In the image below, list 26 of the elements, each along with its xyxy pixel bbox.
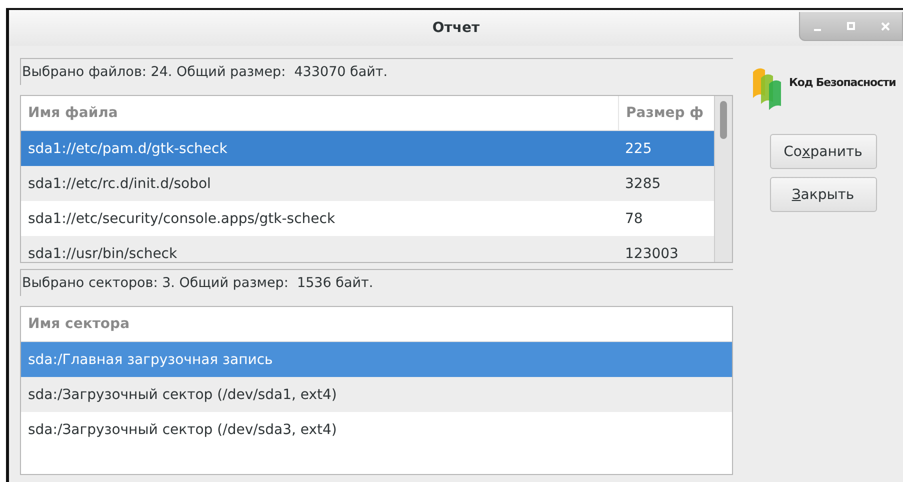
table-cell-text: 225 [624, 140, 653, 158]
logo-text: Код Безопасности [789, 76, 896, 89]
table-cell-text: sda:/Загрузочный сектор (/dev/sda1, ext4) [27, 386, 338, 402]
scrollbar-thumb[interactable] [720, 101, 727, 139]
table-cell-text: sda:/Главная загрузочная запись [27, 352, 274, 368]
table-cell-text: sda:/Загрузочный сектор (/dev/sda3, ext4) [27, 422, 338, 438]
summary-text: Выбрано секторов: 3. Общий размер: 1536 байт. [20, 269, 733, 296]
maximize-icon [847, 22, 855, 30]
window-title: Отчет [432, 20, 480, 36]
summary-text: Выбрано файлов: 24. Общий размер: 433070 байт. [20, 58, 733, 85]
table-cell-text: 78 [624, 210, 644, 228]
table-cell-text: sda1://etc/pam.d/gtk-scheck [27, 140, 228, 156]
close-icon [880, 22, 890, 30]
dialog-button[interactable]: Закрыть [770, 177, 876, 212]
table-cell-text: 123003 [624, 244, 680, 262]
table-row[interactable]: sda:/Загрузочный сектор (/dev/sda1, ext4) [21, 377, 732, 412]
minimize-icon [814, 29, 820, 31]
dialog-button[interactable]: Сохранить [770, 134, 876, 169]
table-cell-text: sda1://etc/rc.d/init.d/sobol [27, 176, 212, 192]
table-row[interactable]: sda1://etc/pam.d/gtk-scheck 225 [21, 131, 714, 166]
scrollbar[interactable] [714, 96, 732, 262]
table-cell-text: sda1://usr/bin/scheck [27, 246, 178, 262]
table-row[interactable]: sda1://etc/rc.d/init.d/sobol 3285 [21, 166, 714, 201]
table-cell-text: 3285 [624, 174, 662, 194]
table-row[interactable]: sda1://usr/bin/scheck 123003 [21, 236, 714, 262]
table-cell-text: sda1://etc/security/console.apps/gtk-scheck [27, 210, 336, 226]
